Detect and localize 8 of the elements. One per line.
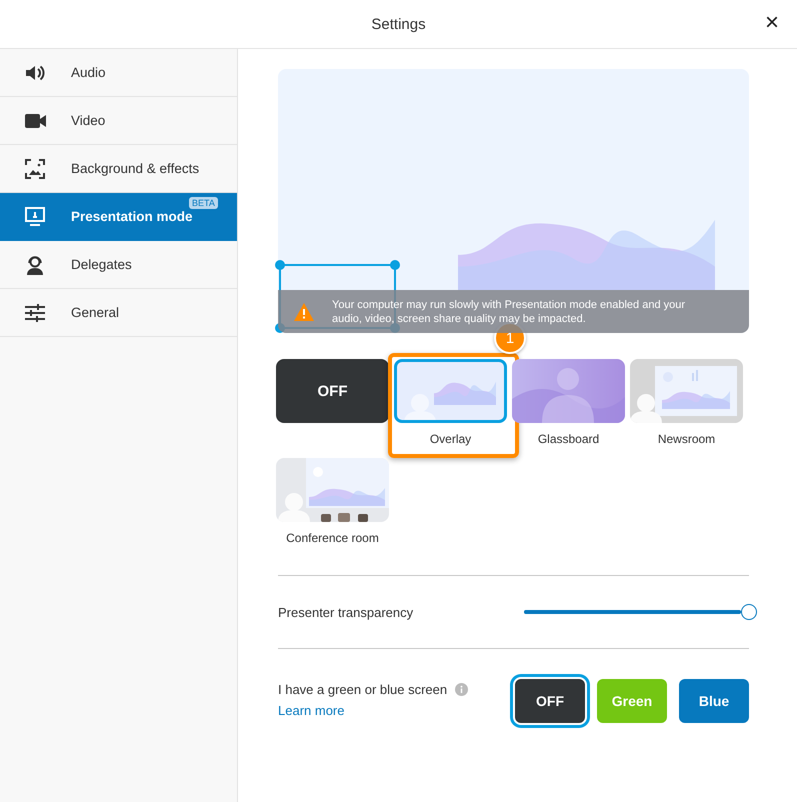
beta-badge: BETA <box>189 197 218 209</box>
window-title: Settings <box>371 16 426 32</box>
mode-label: Glassboard <box>538 432 600 446</box>
mode-label: Conference room <box>286 531 379 545</box>
mode-label: Newsroom <box>658 432 716 446</box>
slider-label: Presenter transparency <box>278 604 414 620</box>
mode-label: Overlay <box>430 432 472 446</box>
screen-label: I have a green or blue screen <box>278 682 448 697</box>
